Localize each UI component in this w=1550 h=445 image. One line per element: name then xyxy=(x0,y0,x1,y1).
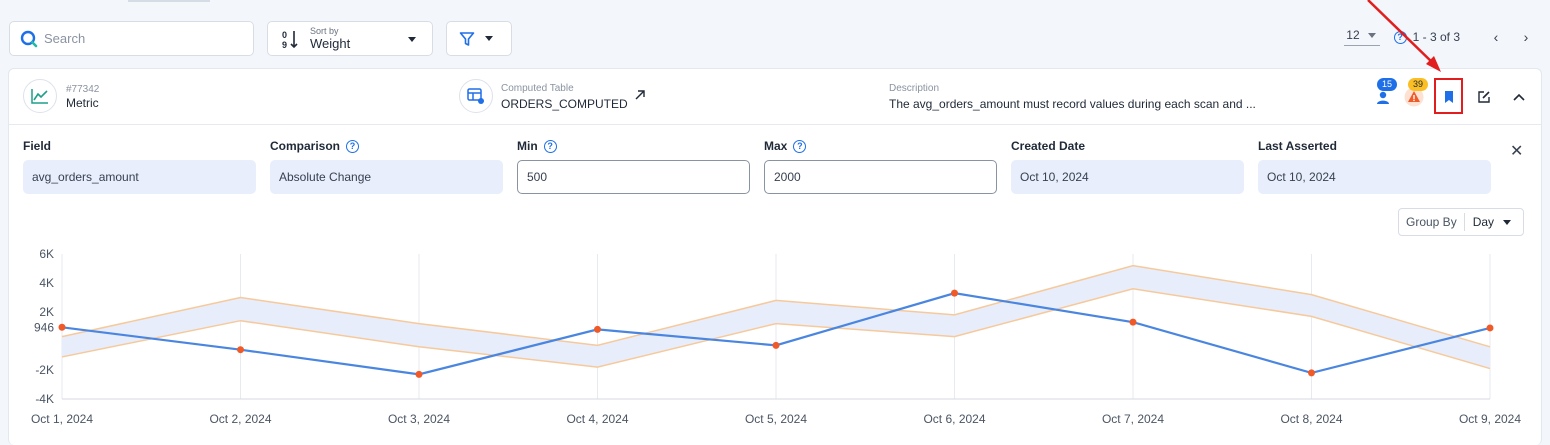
min-label: Min? xyxy=(517,139,557,153)
sort-numeric-icon: 0 9 xyxy=(282,30,298,49)
x-tick-label: Oct 7, 2024 xyxy=(1102,412,1164,426)
group-by-label: Group By xyxy=(1399,213,1465,231)
sort-by-label: Sort by xyxy=(310,26,339,36)
x-tick-label: Oct 2, 2024 xyxy=(209,412,271,426)
bookmark-icon xyxy=(1445,91,1453,103)
group-by-value: Day xyxy=(1472,215,1495,229)
created-date-label: Created Date xyxy=(1011,139,1086,153)
help-icon[interactable]: ? xyxy=(793,139,807,153)
edit-button[interactable] xyxy=(1470,83,1498,111)
max-input[interactable]: 2000 xyxy=(764,160,997,194)
data-point xyxy=(1308,369,1315,377)
metric-chart: 6K 4K 2K946 -2K -4K Oct 1, 2024 Oct 2, 2024 Oct… xyxy=(31,247,1521,426)
next-page-button[interactable]: › xyxy=(1516,29,1536,45)
annotation-arrow xyxy=(1367,0,1441,72)
filter-icon xyxy=(459,31,475,46)
prev-page-button[interactable]: ‹ xyxy=(1486,29,1506,45)
comparison-label: Comparison? xyxy=(270,139,360,153)
metric-icon xyxy=(23,79,57,113)
user-tag-icon xyxy=(1377,91,1389,104)
svg-text:9: 9 xyxy=(282,40,287,49)
last-asserted-value: Oct 10, 2024 xyxy=(1258,160,1491,194)
data-point xyxy=(1129,318,1137,326)
edit-icon xyxy=(1478,91,1490,103)
computed-table-label: Computed Table xyxy=(501,83,574,94)
search-box[interactable]: Search xyxy=(9,21,254,56)
group-by-select[interactable]: Group By Day xyxy=(1398,208,1524,236)
data-point xyxy=(58,323,66,331)
search-input[interactable]: Search xyxy=(44,31,85,46)
sort-by-value: Weight xyxy=(310,36,351,51)
x-tick-label: Oct 9, 2024 xyxy=(1459,412,1521,426)
data-point xyxy=(772,341,780,349)
data-point xyxy=(415,370,423,378)
x-tick-label: Oct 6, 2024 xyxy=(923,412,985,426)
help-icon[interactable]: ? xyxy=(346,139,360,153)
collapse-button[interactable] xyxy=(1505,83,1533,111)
min-input[interactable]: 500 xyxy=(517,160,750,194)
y-tick-label: 946 xyxy=(34,320,54,334)
y-tick-label: 2K xyxy=(39,305,54,319)
check-card-header[interactable]: #77342 Metric Computed Table ORDERS_COMP… xyxy=(9,69,1541,125)
y-tick-label: -2K xyxy=(35,363,54,377)
toolbar: Search 0 9 Sort by Weight 12 ? 1 - 3 of … xyxy=(0,0,1550,68)
sort-by-dropdown[interactable]: 0 9 Sort by Weight xyxy=(267,21,433,56)
close-icon[interactable]: ✕ xyxy=(1510,141,1523,161)
x-tick-label: Oct 1, 2024 xyxy=(31,412,93,426)
x-tick-label: Oct 4, 2024 xyxy=(566,412,628,426)
comparison-value: Absolute Change xyxy=(270,160,503,194)
check-id: #77342 xyxy=(66,84,100,95)
y-tick-label: 4K xyxy=(39,276,54,290)
description-text: The avg_orders_amount must record values… xyxy=(889,97,1256,111)
description-label: Description xyxy=(889,83,940,94)
x-tick-label: Oct 5, 2024 xyxy=(745,412,807,426)
data-point xyxy=(594,325,601,333)
created-date-value: Oct 10, 2024 xyxy=(1011,160,1244,194)
data-point xyxy=(237,346,244,354)
data-point xyxy=(951,289,958,297)
data-point xyxy=(1486,324,1494,332)
y-tick-label: 6K xyxy=(39,247,54,261)
svg-text:0: 0 xyxy=(282,30,287,40)
chevron-down-icon xyxy=(408,37,416,42)
help-icon[interactable]: ? xyxy=(543,139,557,153)
check-type: Metric xyxy=(66,96,99,110)
filter-button[interactable] xyxy=(446,21,512,56)
computed-table-name: ORDERS_COMPUTED xyxy=(501,97,628,111)
x-tick-label: Oct 8, 2024 xyxy=(1280,412,1342,426)
last-asserted-label: Last Asserted xyxy=(1258,139,1337,153)
field-label: Field xyxy=(23,139,52,153)
computed-table-icon xyxy=(459,79,493,113)
x-tick-label: Oct 3, 2024 xyxy=(388,412,450,426)
y-tick-label: -4K xyxy=(35,392,54,406)
chevron-up-icon xyxy=(1513,93,1525,101)
chevron-down-icon xyxy=(1503,220,1511,225)
chevron-down-icon xyxy=(485,36,493,41)
search-icon xyxy=(20,30,38,47)
field-value: avg_orders_amount xyxy=(23,160,256,194)
external-link-icon[interactable] xyxy=(634,89,646,101)
max-label: Max? xyxy=(764,139,807,153)
